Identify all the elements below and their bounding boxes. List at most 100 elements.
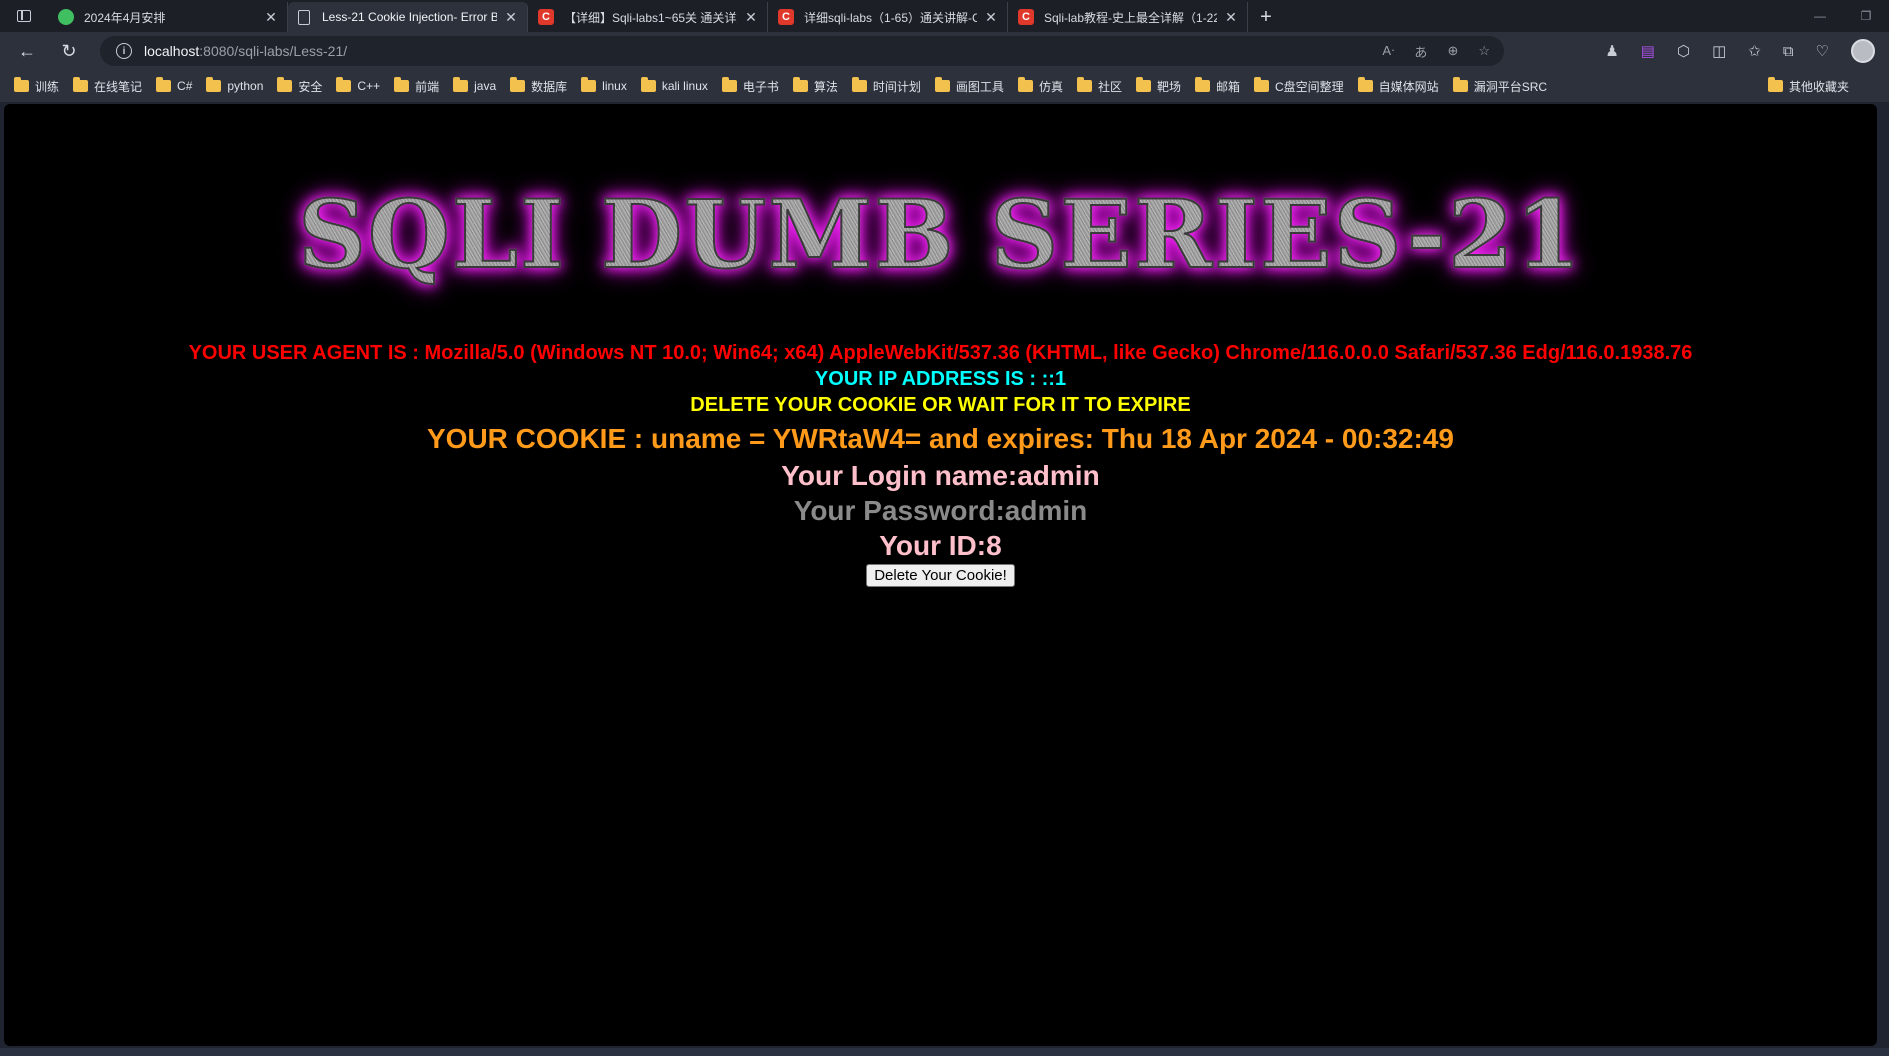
folder-icon <box>851 77 867 92</box>
tab-less-21[interactable]: Less-21 Cookie Injection- Error Ba ✕ <box>288 2 528 32</box>
tab-2024-april-plan[interactable]: 2024年4月安排 ✕ <box>48 2 288 32</box>
folder-icon <box>1254 77 1269 92</box>
bookmark-folder[interactable]: python <box>206 77 264 93</box>
folder-icon <box>206 77 222 92</box>
bookmark-label: C++ <box>357 79 381 93</box>
read-aloud-icon[interactable]: Aᐧ <box>1382 43 1394 59</box>
address-url[interactable]: localhost:8080/sqli-labs/Less-21/ <box>144 43 347 59</box>
split-screen-icon[interactable]: ◫ <box>1712 42 1726 60</box>
bookmark-label: python <box>227 79 264 93</box>
bookmark-label: 其他收藏夹 <box>1788 79 1849 94</box>
bookmark-folder[interactable]: 训练 <box>14 77 60 95</box>
delete-cookie-button[interactable]: Delete Your Cookie! <box>866 564 1015 587</box>
bookmark-folder[interactable]: 算法 <box>792 77 838 95</box>
minimize-button[interactable]: — <box>1797 0 1843 32</box>
bookmark-folder[interactable]: 数据库 <box>510 77 568 95</box>
folder-icon <box>721 77 737 92</box>
address-bar-icons: Aᐧ あ ⊕ ☆ <box>1382 36 1490 66</box>
bookmark-label: 画图工具 <box>955 79 1004 94</box>
bookmark-folder[interactable]: 安全 <box>277 77 323 95</box>
bookmark-label: 在线笔记 <box>94 79 143 94</box>
collections-icon[interactable]: ⧉ <box>1783 43 1794 60</box>
csdn-icon: C <box>1018 9 1034 25</box>
bookmark-folder[interactable]: 前端 <box>394 77 439 95</box>
bookmark-folder[interactable]: 自媒体网站 <box>1357 77 1439 95</box>
bookmark-label: 仿真 <box>1038 79 1063 94</box>
bookmark-folder[interactable]: 在线笔记 <box>73 77 143 95</box>
cookie-text: YOUR COOKIE : uname = YWRtaW4= and expir… <box>427 423 1454 454</box>
folder-icon <box>277 77 293 92</box>
bookmark-label: linux <box>602 79 627 93</box>
close-icon[interactable]: ✕ <box>503 9 519 26</box>
other-favorites-folder[interactable]: 其他收藏夹 <box>1767 70 1849 102</box>
bookmark-label: C盘空间整理 <box>1275 79 1344 94</box>
bookmark-folder[interactable]: java <box>453 77 496 93</box>
url-host: localhost <box>144 43 200 59</box>
bookmark-label: 漏洞平台SRC <box>1473 79 1548 94</box>
zoom-icon[interactable]: ⊕ <box>1447 43 1458 59</box>
folder-icon <box>1452 77 1468 92</box>
tab-strip: 2024年4月安排 ✕ Less-21 Cookie Injection- Er… <box>0 0 1889 32</box>
close-icon[interactable]: ✕ <box>263 9 279 26</box>
bookmark-folder[interactable]: C# <box>156 77 192 93</box>
bookmark-folder[interactable]: 时间计划 <box>851 77 921 95</box>
close-icon[interactable]: ✕ <box>1223 9 1239 26</box>
refresh-button[interactable]: ↻ <box>50 35 88 67</box>
bookmark-folder[interactable]: C盘空间整理 <box>1254 77 1344 95</box>
bookmark-label: 算法 <box>813 79 838 94</box>
favorites-icon[interactable]: ✩ <box>1748 42 1761 60</box>
browser-essentials-icon[interactable]: ♡ <box>1816 42 1829 60</box>
bookmark-folder[interactable]: 仿真 <box>1017 77 1063 95</box>
bookmark-folder[interactable]: linux <box>581 77 627 93</box>
close-icon[interactable]: ✕ <box>743 9 759 26</box>
window-bottom-edge <box>0 1048 1889 1056</box>
document-icon <box>298 9 310 25</box>
tab-title: 2024年4月安排 <box>84 10 166 25</box>
back-button[interactable]: ← <box>8 35 46 67</box>
translate-icon[interactable]: あ <box>1414 42 1427 61</box>
bookmark-folder[interactable]: 靶场 <box>1135 77 1181 95</box>
tab-sqli-lab-tutorial[interactable]: C Sqli-lab教程-史上最全详解（1-22 ✕ <box>1008 2 1248 32</box>
folder-icon <box>1076 77 1092 92</box>
bookmark-label: 时间计划 <box>872 79 921 94</box>
page-viewport: SQLI DUMB SERIES-21 YOUR USER AGENT IS :… <box>4 104 1877 1046</box>
hackbar-extension-icon[interactable]: ▤ <box>1641 42 1655 60</box>
bookmark-label: 安全 <box>298 79 323 94</box>
bookmark-folder[interactable]: kali linux <box>640 77 708 93</box>
profile-avatar[interactable] <box>1851 39 1875 63</box>
folder-icon <box>1017 77 1033 92</box>
extensions-puzzle-icon[interactable]: ⬡ <box>1677 42 1690 60</box>
favorite-star-icon[interactable]: ☆ <box>1478 43 1490 59</box>
plus-icon: + <box>1260 5 1272 28</box>
site-info-icon[interactable]: i <box>116 43 132 59</box>
sqli-dumb-series-banner: SQLI DUMB SERIES-21 <box>4 179 1877 291</box>
bookmark-label: 邮箱 <box>1215 79 1240 94</box>
bookmark-folder[interactable]: 画图工具 <box>934 77 1004 95</box>
bookmark-folder[interactable]: C++ <box>336 77 381 93</box>
bookmark-folder[interactable]: 电子书 <box>721 77 779 95</box>
password-text: Your Password:admin <box>793 495 1088 526</box>
user-agent-text: YOUR USER AGENT IS : Mozilla/5.0 (Window… <box>188 342 1693 364</box>
tab-actions-button[interactable] <box>0 0 48 32</box>
restore-button[interactable]: ❐ <box>1843 0 1889 32</box>
extension-icon[interactable]: ♟ <box>1605 42 1618 60</box>
bookmark-label: 训练 <box>35 79 60 94</box>
bookmark-folder[interactable]: 社区 <box>1076 77 1122 95</box>
tab-sqli-labs-detail[interactable]: C 【详细】Sqli-labs1~65关 通关详解 ✕ <box>528 2 768 32</box>
bookmark-label: 数据库 <box>531 79 568 94</box>
bookmarks-bar: 训练 在线笔记 C# python 安全 C++ 前端 java 数据库 lin… <box>0 70 1889 102</box>
address-bar[interactable]: i localhost:8080/sqli-labs/Less-21/ Aᐧ あ… <box>100 36 1504 66</box>
bookmark-label: 靶场 <box>1156 79 1181 94</box>
bookmark-folder[interactable]: 邮箱 <box>1194 77 1240 95</box>
tab-actions-icon <box>17 10 31 22</box>
folder-icon <box>14 77 29 92</box>
bookmark-label: 自媒体网站 <box>1378 79 1439 94</box>
folder-icon <box>934 77 950 92</box>
tab-title: 详细sqli-labs（1-65）通关讲解-C <box>804 10 977 25</box>
folder-icon <box>1767 77 1783 92</box>
bookmark-folder[interactable]: 漏洞平台SRC <box>1452 77 1548 95</box>
close-icon[interactable]: ✕ <box>983 9 999 26</box>
browser-toolbar: ← ↻ i localhost:8080/sqli-labs/Less-21/ … <box>0 32 1889 70</box>
tab-sqli-labs-explain[interactable]: C 详细sqli-labs（1-65）通关讲解-C ✕ <box>768 2 1008 32</box>
new-tab-button[interactable]: + <box>1248 2 1284 32</box>
